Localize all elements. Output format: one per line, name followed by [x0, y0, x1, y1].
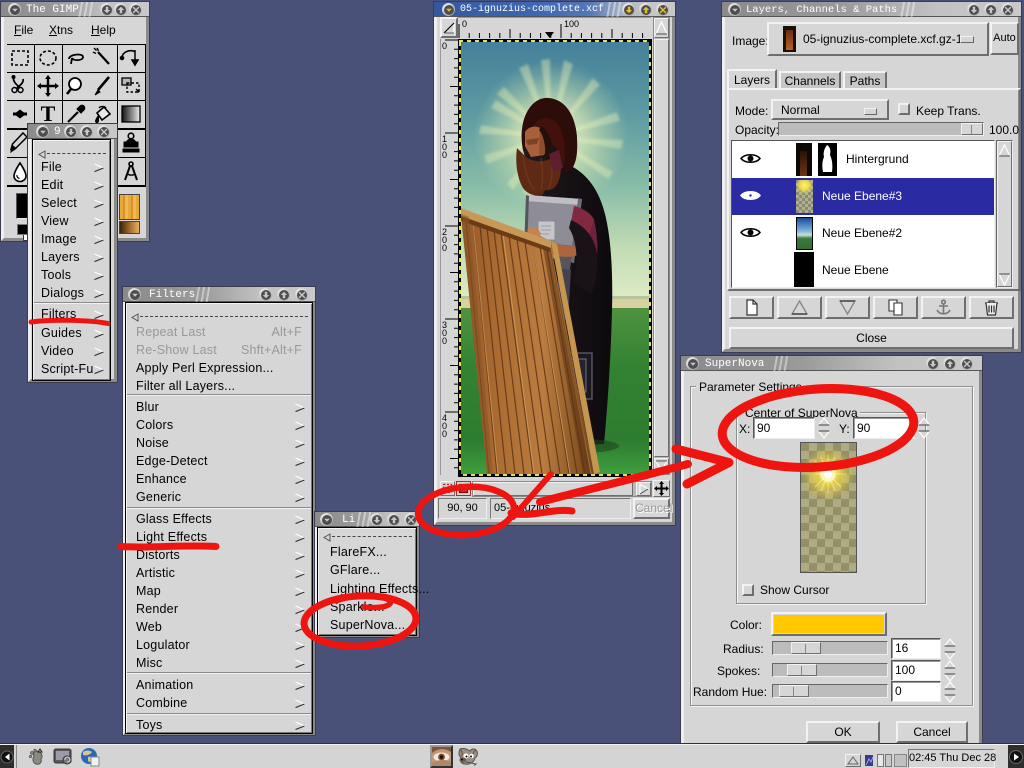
- svg-text:100: 100: [564, 19, 579, 29]
- svg-text:0: 0: [462, 19, 467, 29]
- svg-text:T: T: [41, 101, 56, 126]
